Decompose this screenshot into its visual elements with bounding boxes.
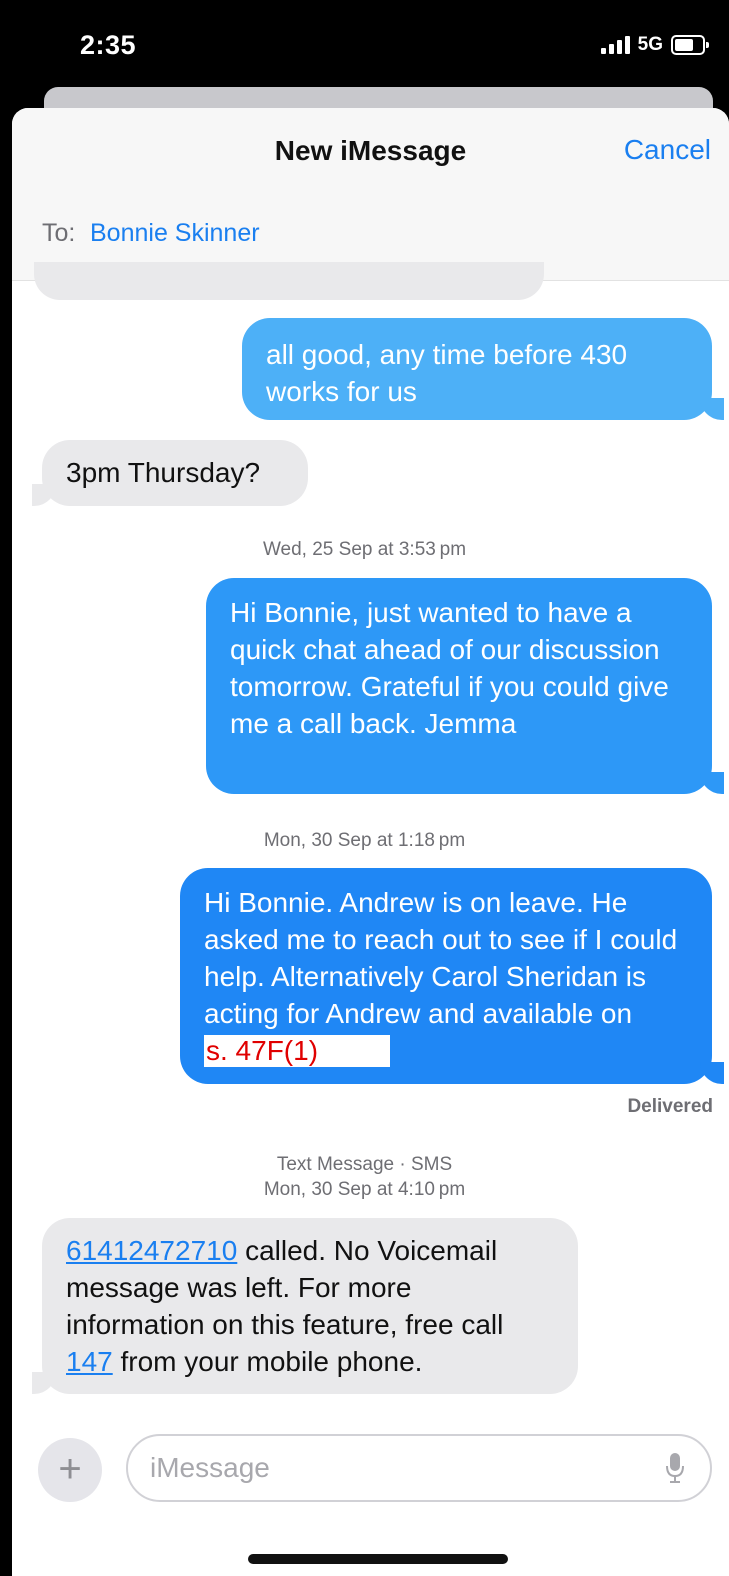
timestamp: Mon, 30 Sep at 1:18 pm	[263, 830, 466, 851]
message-text: Hi Bonnie. Andrew is on leave. He asked …	[204, 887, 678, 1029]
status-indicators: 5G	[600, 34, 709, 56]
message-text: all good, any time before 430 works for …	[266, 339, 628, 407]
signal-icon	[600, 36, 630, 54]
network-type: 5G	[637, 34, 663, 55]
message-bubble-outgoing[interactable]: Hi Bonnie, just wanted to have a quick c…	[206, 578, 712, 794]
battery-icon	[671, 35, 709, 55]
timestamp: Mon, 30 Sep at 4:10 pm	[263, 1179, 466, 1200]
home-indicator	[248, 1554, 508, 1564]
message-type-label: Text Message · SMS	[276, 1154, 453, 1175]
redaction-label: s. 47F(1)	[204, 1035, 391, 1067]
message-text: 3pm Thursday?	[66, 457, 261, 488]
message-input-placeholder: iMessage	[150, 1452, 270, 1483]
timestamp: Wed, 25 Sep at 3:53 pm	[262, 539, 467, 560]
status-time: 2:35	[80, 30, 137, 60]
plus-icon[interactable]: +	[38, 1438, 102, 1502]
nav-bar: New iMessage Cancel	[12, 108, 729, 191]
recipient-name[interactable]: Bonnie Skinner	[90, 219, 260, 248]
message-text: Hi Bonnie, just wanted to have a quick c…	[230, 597, 669, 739]
message-text: from your mobile phone.	[112, 1346, 423, 1377]
message-bubble-incoming[interactable]: 61412472710 called. No Voicemail message…	[42, 1218, 578, 1394]
microphone-icon[interactable]	[666, 1452, 684, 1484]
phone-number-link[interactable]: 61412472710	[66, 1235, 237, 1266]
composer: + iMessage	[0, 1430, 729, 1510]
cancel-button[interactable]: Cancel	[624, 134, 711, 166]
message-bubble-incoming[interactable]: 3pm Thursday?	[42, 440, 308, 506]
message-bubble-incoming-partial	[34, 262, 544, 300]
message-input[interactable]: iMessage	[126, 1434, 712, 1502]
delivered-status: Delivered	[627, 1096, 713, 1117]
status-bar: 2:35 5G	[0, 0, 729, 95]
to-label: To:	[42, 219, 76, 247]
page-title: New iMessage	[274, 135, 467, 166]
short-number-link[interactable]: 147	[66, 1346, 113, 1377]
message-bubble-outgoing[interactable]: Hi Bonnie. Andrew is on leave. He asked …	[180, 868, 712, 1084]
message-bubble-outgoing[interactable]: all good, any time before 430 works for …	[242, 318, 712, 420]
